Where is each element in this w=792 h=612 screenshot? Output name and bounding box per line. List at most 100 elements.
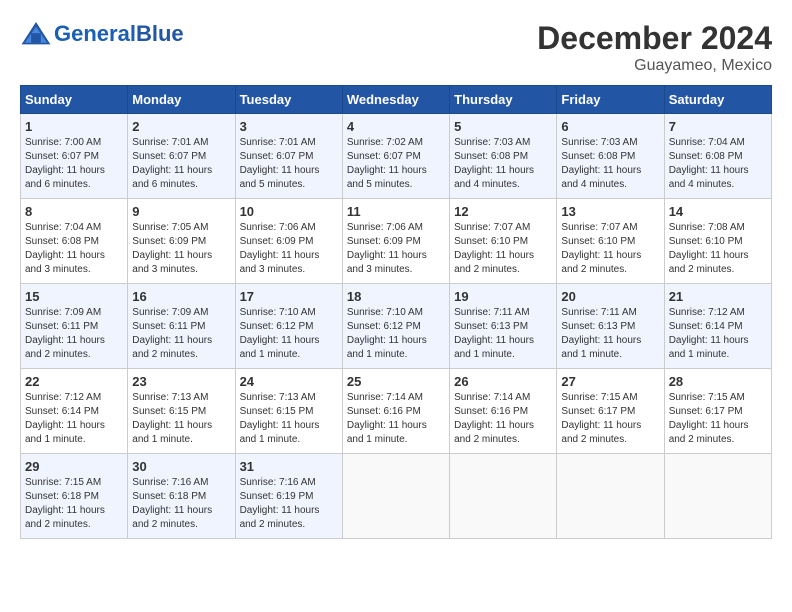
col-saturday: Saturday	[664, 86, 771, 114]
logo: GeneralBlue	[20, 20, 184, 48]
day-number: 4	[347, 119, 445, 134]
calendar-cell: 11Sunrise: 7:06 AMSunset: 6:09 PMDayligh…	[342, 199, 449, 284]
calendar-cell: 18 Sunrise: 7:10 AMSunset: 6:12 PMDayligh…	[342, 284, 449, 369]
day-number: 27	[561, 374, 659, 389]
day-number: 5	[454, 119, 552, 134]
calendar-cell: 13 Sunrise: 7:07 AMSunset: 6:10 PMDayligh…	[557, 199, 664, 284]
calendar-cell: 24Sunrise: 7:13 AMSunset: 6:15 PMDayligh…	[235, 369, 342, 454]
calendar-week-row: 8 Sunrise: 7:04 AMSunset: 6:08 PMDaylight…	[21, 199, 772, 284]
logo-icon	[20, 20, 52, 48]
col-sunday: Sunday	[21, 86, 128, 114]
day-info: Sunrise: 7:09 AMSunset: 6:11 PMDaylight:…	[132, 306, 230, 362]
calendar-cell: 7 Sunrise: 7:04 AMSunset: 6:08 PMDaylight…	[664, 114, 771, 199]
day-info: Sunrise: 7:04 AMSunset: 6:08 PMDaylight:…	[669, 136, 767, 192]
day-number: 25	[347, 374, 445, 389]
day-info: Sunrise: 7:14 AMSunset: 6:16 PMDaylight:…	[454, 391, 552, 447]
month-year: December 2024	[537, 20, 772, 57]
day-number: 31	[240, 459, 338, 474]
calendar-cell: 14 Sunrise: 7:08 AMSunset: 6:10 PMDayligh…	[664, 199, 771, 284]
day-number: 18	[347, 289, 445, 304]
day-number: 2	[132, 119, 230, 134]
day-number: 29	[25, 459, 123, 474]
day-number: 30	[132, 459, 230, 474]
calendar-cell: 20 Sunrise: 7:11 AMSunset: 6:13 PMDayligh…	[557, 284, 664, 369]
day-info: Sunrise: 7:03 AMSunset: 6:08 PMDaylight:…	[454, 136, 552, 192]
day-number: 3	[240, 119, 338, 134]
day-number: 21	[669, 289, 767, 304]
calendar-cell: 17 Sunrise: 7:10 AMSunset: 6:12 PMDayligh…	[235, 284, 342, 369]
day-info: Sunrise: 7:08 AMSunset: 6:10 PMDaylight:…	[669, 221, 767, 277]
day-number: 17	[240, 289, 338, 304]
col-friday: Friday	[557, 86, 664, 114]
calendar-week-row: 1 Sunrise: 7:00 AMSunset: 6:07 PMDaylight…	[21, 114, 772, 199]
calendar-cell: 19 Sunrise: 7:11 AMSunset: 6:13 PMDayligh…	[450, 284, 557, 369]
day-number: 24	[240, 374, 338, 389]
day-info: Sunrise: 7:01 AMSunset: 6:07 PMDaylight:…	[132, 136, 230, 192]
day-info: Sunrise: 7:12 AMSunset: 6:14 PMDaylight:…	[669, 306, 767, 362]
calendar-cell: 2 Sunrise: 7:01 AMSunset: 6:07 PMDaylight…	[128, 114, 235, 199]
calendar-cell: 3Sunrise: 7:01 AMSunset: 6:07 PMDaylight…	[235, 114, 342, 199]
day-info: Sunrise: 7:13 AMSunset: 6:15 PMDaylight:…	[132, 391, 230, 447]
day-info: Sunrise: 7:12 AMSunset: 6:14 PMDaylight:…	[25, 391, 123, 447]
day-number: 22	[25, 374, 123, 389]
day-info: Sunrise: 7:10 AMSunset: 6:12 PMDaylight:…	[347, 306, 445, 362]
title-block: December 2024 Guayameo, Mexico	[537, 20, 772, 75]
calendar-header-row: Sunday Monday Tuesday Wednesday Thursday…	[21, 86, 772, 114]
day-info: Sunrise: 7:14 AMSunset: 6:16 PMDaylight:…	[347, 391, 445, 447]
day-number: 7	[669, 119, 767, 134]
day-number: 8	[25, 204, 123, 219]
calendar-cell: 9 Sunrise: 7:05 AMSunset: 6:09 PMDaylight…	[128, 199, 235, 284]
day-number: 13	[561, 204, 659, 219]
day-number: 9	[132, 204, 230, 219]
calendar-cell: 8 Sunrise: 7:04 AMSunset: 6:08 PMDaylight…	[21, 199, 128, 284]
day-info: Sunrise: 7:11 AMSunset: 6:13 PMDaylight:…	[454, 306, 552, 362]
day-number: 1	[25, 119, 123, 134]
calendar-cell: 4 Sunrise: 7:02 AMSunset: 6:07 PMDaylight…	[342, 114, 449, 199]
day-number: 10	[240, 204, 338, 219]
calendar-table: Sunday Monday Tuesday Wednesday Thursday…	[20, 85, 772, 539]
day-info: Sunrise: 7:05 AMSunset: 6:09 PMDaylight:…	[132, 221, 230, 277]
day-info: Sunrise: 7:02 AMSunset: 6:07 PMDaylight:…	[347, 136, 445, 192]
calendar-week-row: 29Sunrise: 7:15 AMSunset: 6:18 PMDayligh…	[21, 454, 772, 539]
day-number: 20	[561, 289, 659, 304]
calendar-cell: 16Sunrise: 7:09 AMSunset: 6:11 PMDayligh…	[128, 284, 235, 369]
page-header: GeneralBlue December 2024 Guayameo, Mexi…	[20, 20, 772, 75]
day-number: 23	[132, 374, 230, 389]
day-number: 14	[669, 204, 767, 219]
day-info: Sunrise: 7:16 AMSunset: 6:18 PMDaylight:…	[132, 476, 230, 532]
col-monday: Monday	[128, 86, 235, 114]
calendar-cell: 6 Sunrise: 7:03 AMSunset: 6:08 PMDaylight…	[557, 114, 664, 199]
day-number: 26	[454, 374, 552, 389]
col-thursday: Thursday	[450, 86, 557, 114]
day-info: Sunrise: 7:16 AMSunset: 6:19 PMDaylight:…	[240, 476, 338, 532]
day-info: Sunrise: 7:07 AMSunset: 6:10 PMDaylight:…	[454, 221, 552, 277]
day-info: Sunrise: 7:00 AMSunset: 6:07 PMDaylight:…	[25, 136, 123, 192]
calendar-cell: 25 Sunrise: 7:14 AMSunset: 6:16 PMDayligh…	[342, 369, 449, 454]
location: Guayameo, Mexico	[537, 57, 772, 75]
calendar-cell	[342, 454, 449, 539]
calendar-cell: 10 Sunrise: 7:06 AMSunset: 6:09 PMDayligh…	[235, 199, 342, 284]
day-info: Sunrise: 7:06 AMSunset: 6:09 PMDaylight:…	[347, 221, 445, 277]
day-info: Sunrise: 7:15 AMSunset: 6:17 PMDaylight:…	[561, 391, 659, 447]
col-wednesday: Wednesday	[342, 86, 449, 114]
day-info: Sunrise: 7:10 AMSunset: 6:12 PMDaylight:…	[240, 306, 338, 362]
calendar-cell: 5 Sunrise: 7:03 AMSunset: 6:08 PMDaylight…	[450, 114, 557, 199]
calendar-cell: 21 Sunrise: 7:12 AMSunset: 6:14 PMDayligh…	[664, 284, 771, 369]
day-number: 6	[561, 119, 659, 134]
day-info: Sunrise: 7:04 AMSunset: 6:08 PMDaylight:…	[25, 221, 123, 277]
day-number: 12	[454, 204, 552, 219]
calendar-cell: 15 Sunrise: 7:09 AMSunset: 6:11 PMDayligh…	[21, 284, 128, 369]
day-number: 19	[454, 289, 552, 304]
day-info: Sunrise: 7:06 AMSunset: 6:09 PMDaylight:…	[240, 221, 338, 277]
day-info: Sunrise: 7:09 AMSunset: 6:11 PMDaylight:…	[25, 306, 123, 362]
day-info: Sunrise: 7:07 AMSunset: 6:10 PMDaylight:…	[561, 221, 659, 277]
logo-text: GeneralBlue	[54, 21, 184, 47]
calendar-cell: 29Sunrise: 7:15 AMSunset: 6:18 PMDayligh…	[21, 454, 128, 539]
calendar-cell: 12 Sunrise: 7:07 AMSunset: 6:10 PMDayligh…	[450, 199, 557, 284]
calendar-cell	[557, 454, 664, 539]
calendar-cell: 1 Sunrise: 7:00 AMSunset: 6:07 PMDaylight…	[21, 114, 128, 199]
day-info: Sunrise: 7:11 AMSunset: 6:13 PMDaylight:…	[561, 306, 659, 362]
calendar-cell: 28Sunrise: 7:15 AMSunset: 6:17 PMDayligh…	[664, 369, 771, 454]
day-number: 15	[25, 289, 123, 304]
day-info: Sunrise: 7:03 AMSunset: 6:08 PMDaylight:…	[561, 136, 659, 192]
